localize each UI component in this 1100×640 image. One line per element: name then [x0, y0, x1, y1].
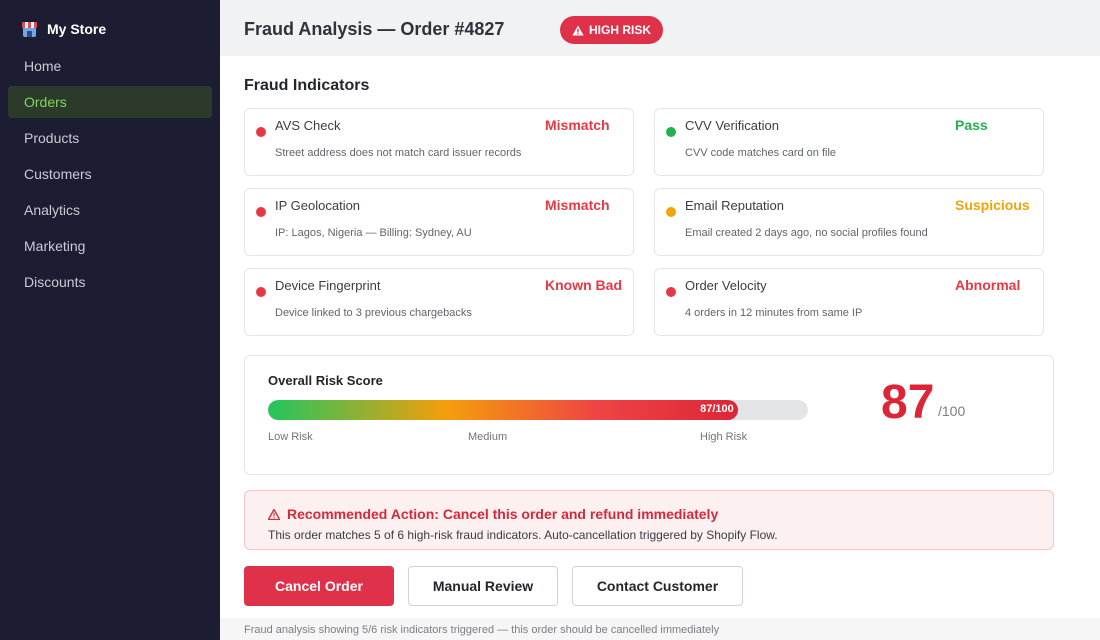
indicator-card-order-velocity: Order Velocity Abnormal 4 orders in 12 m… — [654, 268, 1044, 336]
risk-score-bar-label: 87/100 — [700, 403, 734, 415]
indicator-status: Mismatch — [545, 117, 610, 133]
sidebar-item-marketing[interactable]: Marketing — [8, 230, 212, 262]
risk-score-bar: 87/100 — [268, 400, 808, 420]
manual-review-button[interactable]: Manual Review — [408, 566, 558, 606]
indicator-card-email-reputation: Email Reputation Suspicious Email create… — [654, 188, 1044, 256]
page-title: Fraud Analysis — Order #4827 — [244, 19, 505, 39]
indicator-name: IP Geolocation — [275, 198, 361, 213]
risk-score-title: Overall Risk Score — [268, 373, 383, 388]
badge-label: HIGH RISK — [589, 23, 652, 37]
alert-text: This order matches 5 of 6 high-risk frau… — [268, 528, 778, 542]
sidebar-item-customers[interactable]: Customers — [8, 158, 212, 190]
footer: Fraud analysis showing 5/6 risk indicato… — [220, 618, 1100, 640]
cancel-order-button[interactable]: Cancel Order — [244, 566, 394, 606]
page-header: Fraud Analysis — Order #4827 HIGH RISK — [220, 0, 1100, 56]
sidebar-nav: Home Orders Products Customers Analytics… — [8, 50, 212, 302]
alert-title: Recommended Action: Cancel this order an… — [268, 506, 718, 522]
warning-icon — [268, 508, 280, 520]
indicator-card-ip-geolocation: IP Geolocation Mismatch IP: Lagos, Niger… — [244, 188, 634, 256]
indicator-card-cvv: CVV Verification Pass CVV code matches c… — [654, 108, 1044, 176]
indicator-status: Known Bad — [545, 277, 622, 293]
indicator-description: Device linked to 3 previous chargebacks — [275, 307, 472, 319]
risk-score-value: 87 — [881, 376, 935, 429]
sidebar-item-home[interactable]: Home — [8, 50, 212, 82]
indicator-description: Email created 2 days ago, no social prof… — [685, 227, 928, 239]
status-dot — [256, 127, 266, 137]
store-icon — [22, 21, 37, 37]
indicator-name: Device Fingerprint — [275, 278, 381, 293]
status-dot — [666, 287, 676, 297]
risk-score-bar-fill: 87/100 — [268, 400, 738, 420]
indicator-description: 4 orders in 12 minutes from same IP — [685, 307, 863, 319]
sidebar-item-discounts[interactable]: Discounts — [8, 266, 212, 298]
alert-title-text: Recommended Action: Cancel this order an… — [287, 506, 719, 522]
fraud-indicators-title: Fraud Indicators — [244, 77, 370, 94]
sidebar-item-products[interactable]: Products — [8, 122, 212, 154]
store-brand[interactable]: My Store — [22, 21, 106, 37]
indicator-description: IP: Lagos, Nigeria — Billing: Sydney, AU — [275, 227, 472, 239]
indicator-name: Order Velocity — [685, 278, 767, 293]
indicator-description: Street address does not match card issue… — [275, 147, 522, 159]
sidebar-item-analytics[interactable]: Analytics — [8, 194, 212, 226]
indicator-name: CVV Verification — [685, 118, 779, 133]
indicator-card-avs: AVS Check Mismatch Street address does n… — [244, 108, 634, 176]
indicator-description: CVV code matches card on file — [685, 147, 837, 159]
caption-high-risk: High Risk — [700, 431, 748, 443]
warning-icon — [572, 25, 584, 36]
indicator-name: Email Reputation — [685, 198, 784, 213]
status-dot — [256, 287, 266, 297]
status-dot — [256, 207, 266, 217]
caption-low-risk: Low Risk — [268, 431, 313, 443]
status-dot — [666, 127, 676, 137]
recommended-action-alert: Recommended Action: Cancel this order an… — [244, 490, 1054, 550]
indicator-status: Pass — [955, 117, 988, 133]
store-name: My Store — [47, 21, 107, 37]
indicator-name: AVS Check — [275, 118, 341, 133]
indicator-status: Suspicious — [955, 197, 1030, 213]
sidebar-item-orders[interactable]: Orders — [8, 86, 212, 118]
risk-score-panel: Overall Risk Score 87/100 Low Risk Mediu… — [244, 355, 1054, 475]
risk-score-max: /100 — [938, 403, 966, 419]
indicator-card-device-fingerprint: Device Fingerprint Known Bad Device link… — [244, 268, 634, 336]
status-dot — [666, 207, 676, 217]
contact-customer-button[interactable]: Contact Customer — [572, 566, 743, 606]
indicator-status: Abnormal — [955, 277, 1021, 293]
sidebar: My Store Home Orders Products Customers … — [0, 0, 220, 640]
high-risk-badge: HIGH RISK — [560, 16, 664, 44]
footer-caption: Fraud analysis showing 5/6 risk indicato… — [244, 624, 720, 636]
caption-medium: Medium — [468, 431, 508, 443]
indicator-status: Mismatch — [545, 197, 610, 213]
